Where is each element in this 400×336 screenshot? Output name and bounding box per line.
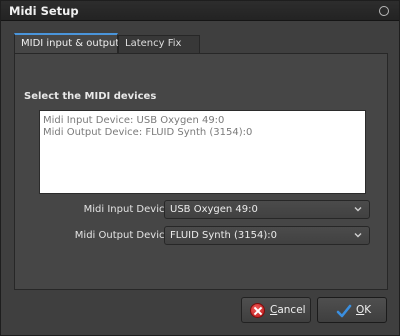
cancel-button-label: Cancel [270, 304, 306, 316]
info-line-input: Midi Input Device: USB Oxygen 49:0 [43, 115, 225, 126]
tab-midi-input-output[interactable]: MIDI input & output [14, 33, 119, 53]
tab-latency-fix[interactable]: Latency Fix [118, 35, 200, 53]
ok-button[interactable]: OK [317, 297, 387, 323]
midi-setup-dialog: Midi Setup MIDI input & output Latency F… [0, 0, 400, 336]
input-device-value: USB Oxygen 49:0 [170, 204, 258, 215]
output-device-select[interactable]: FLUID Synth (3154):0 [164, 226, 370, 245]
info-line-output: Midi Output Device: FLUID Synth (3154):0 [43, 127, 253, 138]
cancel-button[interactable]: Cancel [241, 297, 311, 323]
input-device-row: Midi Input Device: USB Oxygen 49:0 [15, 200, 389, 220]
input-device-label: Midi Input Device: [83, 204, 174, 215]
output-device-label: Midi Output Device: [74, 230, 174, 241]
cancel-icon [250, 303, 265, 318]
output-device-value: FLUID Synth (3154):0 [170, 230, 277, 241]
output-device-row: Midi Output Device: FLUID Synth (3154):0 [15, 226, 389, 246]
ok-label-rest: K [364, 304, 372, 316]
cancel-label-rest: ancel [277, 304, 306, 316]
circle-close-icon[interactable] [379, 6, 389, 16]
window-title: Midi Setup [9, 4, 79, 18]
checkmark-icon [336, 304, 352, 318]
section-label: Select the MIDI devices [24, 91, 157, 102]
chevron-down-icon [354, 233, 362, 238]
tab-panel: Select the MIDI devices Midi Input Devic… [14, 53, 388, 290]
title-bar[interactable]: Midi Setup [1, 1, 399, 21]
input-device-select[interactable]: USB Oxygen 49:0 [164, 200, 370, 219]
midi-devices-info-box: Midi Input Device: USB Oxygen 49:0 Midi … [39, 110, 366, 194]
ok-button-label: OK [356, 304, 371, 316]
chevron-down-icon [354, 207, 362, 212]
